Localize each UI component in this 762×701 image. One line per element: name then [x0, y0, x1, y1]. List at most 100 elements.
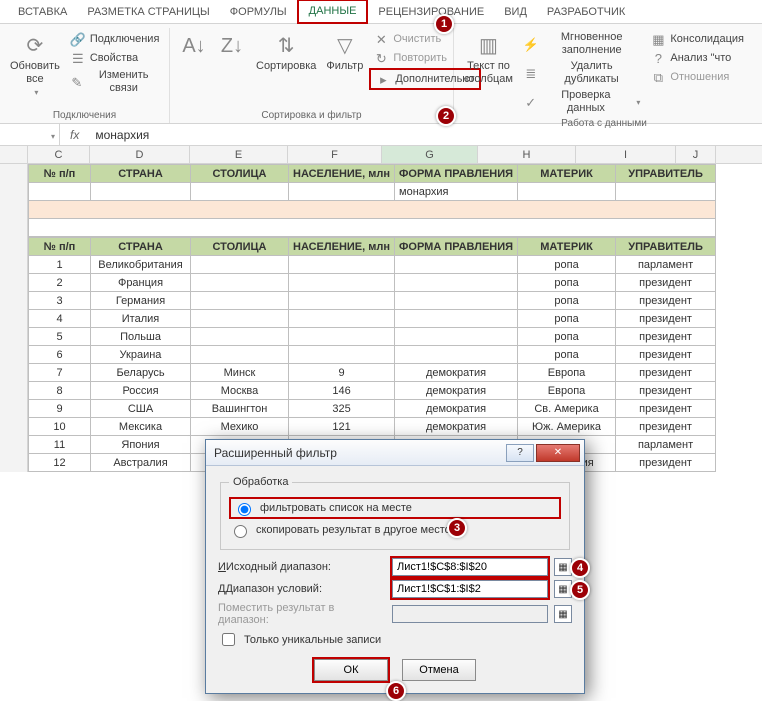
cell-continent[interactable]: ропа: [518, 292, 616, 310]
criteria-header-pop[interactable]: НАСЕЛЕНИЕ, млн: [289, 165, 395, 183]
cell-country[interactable]: Польша: [91, 328, 191, 346]
sort-za-button[interactable]: Z↓: [214, 30, 250, 62]
remove-duplicates-button[interactable]: ≣Удалить дубликаты: [519, 59, 644, 87]
filter-button[interactable]: ▽Фильтр: [322, 30, 367, 75]
col-header-h[interactable]: H: [478, 146, 576, 163]
criteria-cell[interactable]: [289, 183, 395, 201]
dialog-titlebar[interactable]: Расширенный фильтр ? ✕: [206, 440, 584, 466]
criteria-range[interactable]: № п/п СТРАНА СТОЛИЦА НАСЕЛЕНИЕ, млн ФОРМ…: [28, 164, 716, 237]
radio-copy-to[interactable]: [234, 525, 247, 538]
cell-country[interactable]: Украина: [91, 346, 191, 364]
cell-pop[interactable]: [289, 256, 395, 274]
data-validation-button[interactable]: ✓Проверка данных: [519, 88, 644, 116]
cell-num[interactable]: 7: [29, 364, 91, 382]
cell-capital[interactable]: Москва: [191, 382, 289, 400]
cell-country[interactable]: США: [91, 400, 191, 418]
connections-button[interactable]: 🔗Подключения: [66, 30, 164, 48]
cell-num[interactable]: 12: [29, 454, 91, 472]
clear-filter-button[interactable]: ✕Очистить: [369, 30, 445, 48]
consolidate-button[interactable]: ▦Консолидация: [646, 30, 748, 48]
tab-developer[interactable]: РАЗРАБОТЧИК: [537, 2, 635, 23]
cell-ruler[interactable]: президент: [616, 418, 716, 436]
cell-capital[interactable]: Минск: [191, 364, 289, 382]
cell-ruler[interactable]: президент: [616, 454, 716, 472]
cell-ruler[interactable]: президент: [616, 274, 716, 292]
cell-ruler[interactable]: президент: [616, 364, 716, 382]
cell-pop[interactable]: 9: [289, 364, 395, 382]
cell-country[interactable]: Германия: [91, 292, 191, 310]
criteria-header-country[interactable]: СТРАНА: [91, 165, 191, 183]
data-header-continent[interactable]: МАТЕРИК: [518, 238, 616, 256]
table-row[interactable]: 9СШАВашингтон325демократияСв. Америкапре…: [29, 400, 716, 418]
cell-capital[interactable]: Мехико: [191, 418, 289, 436]
table-row[interactable]: 8РоссияМосква146демократияЕвропапрезиден…: [29, 382, 716, 400]
cell-gov[interactable]: демократия: [395, 382, 518, 400]
cell-pop[interactable]: [289, 328, 395, 346]
cell-gov[interactable]: [395, 346, 518, 364]
cell-capital[interactable]: [191, 328, 289, 346]
tab-view[interactable]: ВИД: [494, 2, 537, 23]
cell-gov[interactable]: [395, 328, 518, 346]
list-range-input[interactable]: [392, 558, 548, 576]
cell-capital[interactable]: [191, 292, 289, 310]
cell-num[interactable]: 5: [29, 328, 91, 346]
criteria-header-continent[interactable]: МАТЕРИК: [518, 165, 616, 183]
cell-continent[interactable]: ропа: [518, 310, 616, 328]
cell-ruler[interactable]: парламент: [616, 436, 716, 454]
cell-capital[interactable]: Вашингтон: [191, 400, 289, 418]
criteria-cell[interactable]: [518, 183, 616, 201]
criteria-header-gov[interactable]: ФОРМА ПРАВЛЕНИЯ: [395, 165, 518, 183]
cell-gov[interactable]: [395, 274, 518, 292]
criteria-cell[interactable]: [91, 183, 191, 201]
text-to-columns-button[interactable]: ▥Текст по столбцам: [460, 30, 517, 88]
cell-country[interactable]: Россия: [91, 382, 191, 400]
table-row[interactable]: 4Италияропапрезидент: [29, 310, 716, 328]
criteria-cell[interactable]: [29, 183, 91, 201]
col-header-j[interactable]: J: [676, 146, 716, 163]
help-button[interactable]: ?: [506, 444, 534, 462]
criteria-cell-gov[interactable]: монархия: [395, 183, 518, 201]
cell-num[interactable]: 1: [29, 256, 91, 274]
criteria-range-input[interactable]: [392, 580, 548, 598]
refresh-all-button[interactable]: ⟳ Обновить все: [6, 30, 64, 101]
relations-button[interactable]: ⧉Отношения: [646, 68, 733, 86]
col-header-d[interactable]: D: [90, 146, 190, 163]
tab-formulas[interactable]: ФОРМУЛЫ: [220, 2, 297, 23]
cell-country[interactable]: Япония: [91, 436, 191, 454]
close-button[interactable]: ✕: [536, 444, 580, 462]
worksheet[interactable]: № п/п СТРАНА СТОЛИЦА НАСЕЛЕНИЕ, млн ФОРМ…: [0, 164, 762, 472]
cell-gov[interactable]: демократия: [395, 400, 518, 418]
cell-country[interactable]: Италия: [91, 310, 191, 328]
cell-pop[interactable]: [289, 310, 395, 328]
data-table[interactable]: № п/п СТРАНА СТОЛИЦА НАСЕЛЕНИЕ, млн ФОРМ…: [28, 237, 716, 472]
table-row[interactable]: 6Украинаропапрезидент: [29, 346, 716, 364]
col-header-c[interactable]: C: [28, 146, 90, 163]
edit-links-button[interactable]: ✎Изменить связи: [66, 68, 164, 96]
cell-ruler[interactable]: президент: [616, 328, 716, 346]
cell-ruler[interactable]: парламент: [616, 256, 716, 274]
radio-filter-in-place-row[interactable]: фильтровать список на месте: [229, 497, 561, 519]
data-header-capital[interactable]: СТОЛИЦА: [191, 238, 289, 256]
cell-ruler[interactable]: президент: [616, 400, 716, 418]
cell-capital[interactable]: [191, 346, 289, 364]
col-header-i[interactable]: I: [576, 146, 676, 163]
cell-num[interactable]: 10: [29, 418, 91, 436]
cell-gov[interactable]: [395, 292, 518, 310]
cell-gov[interactable]: [395, 256, 518, 274]
ok-button[interactable]: ОК: [314, 659, 388, 681]
table-row[interactable]: 7БеларусьМинск9демократияЕвропапрезидент: [29, 364, 716, 382]
tab-review[interactable]: РЕЦЕНЗИРОВАНИЕ: [368, 2, 494, 23]
cell-ruler[interactable]: президент: [616, 382, 716, 400]
data-header-gov[interactable]: ФОРМА ПРАВЛЕНИЯ: [395, 238, 518, 256]
cell-gov[interactable]: [395, 310, 518, 328]
cell-continent[interactable]: ропа: [518, 274, 616, 292]
cell-gov[interactable]: демократия: [395, 364, 518, 382]
cell-country[interactable]: Австралия: [91, 454, 191, 472]
fx-icon[interactable]: fx: [60, 128, 89, 142]
range-picker-icon[interactable]: ▦: [554, 605, 572, 623]
unique-records-row[interactable]: Только уникальные записи: [218, 630, 572, 649]
flash-fill-button[interactable]: ⚡Мгновенное заполнение: [519, 30, 644, 58]
cell-ruler[interactable]: президент: [616, 292, 716, 310]
criteria-header-ruler[interactable]: УПРАВИТЕЛЬ: [616, 165, 716, 183]
criteria-cell[interactable]: [616, 183, 716, 201]
